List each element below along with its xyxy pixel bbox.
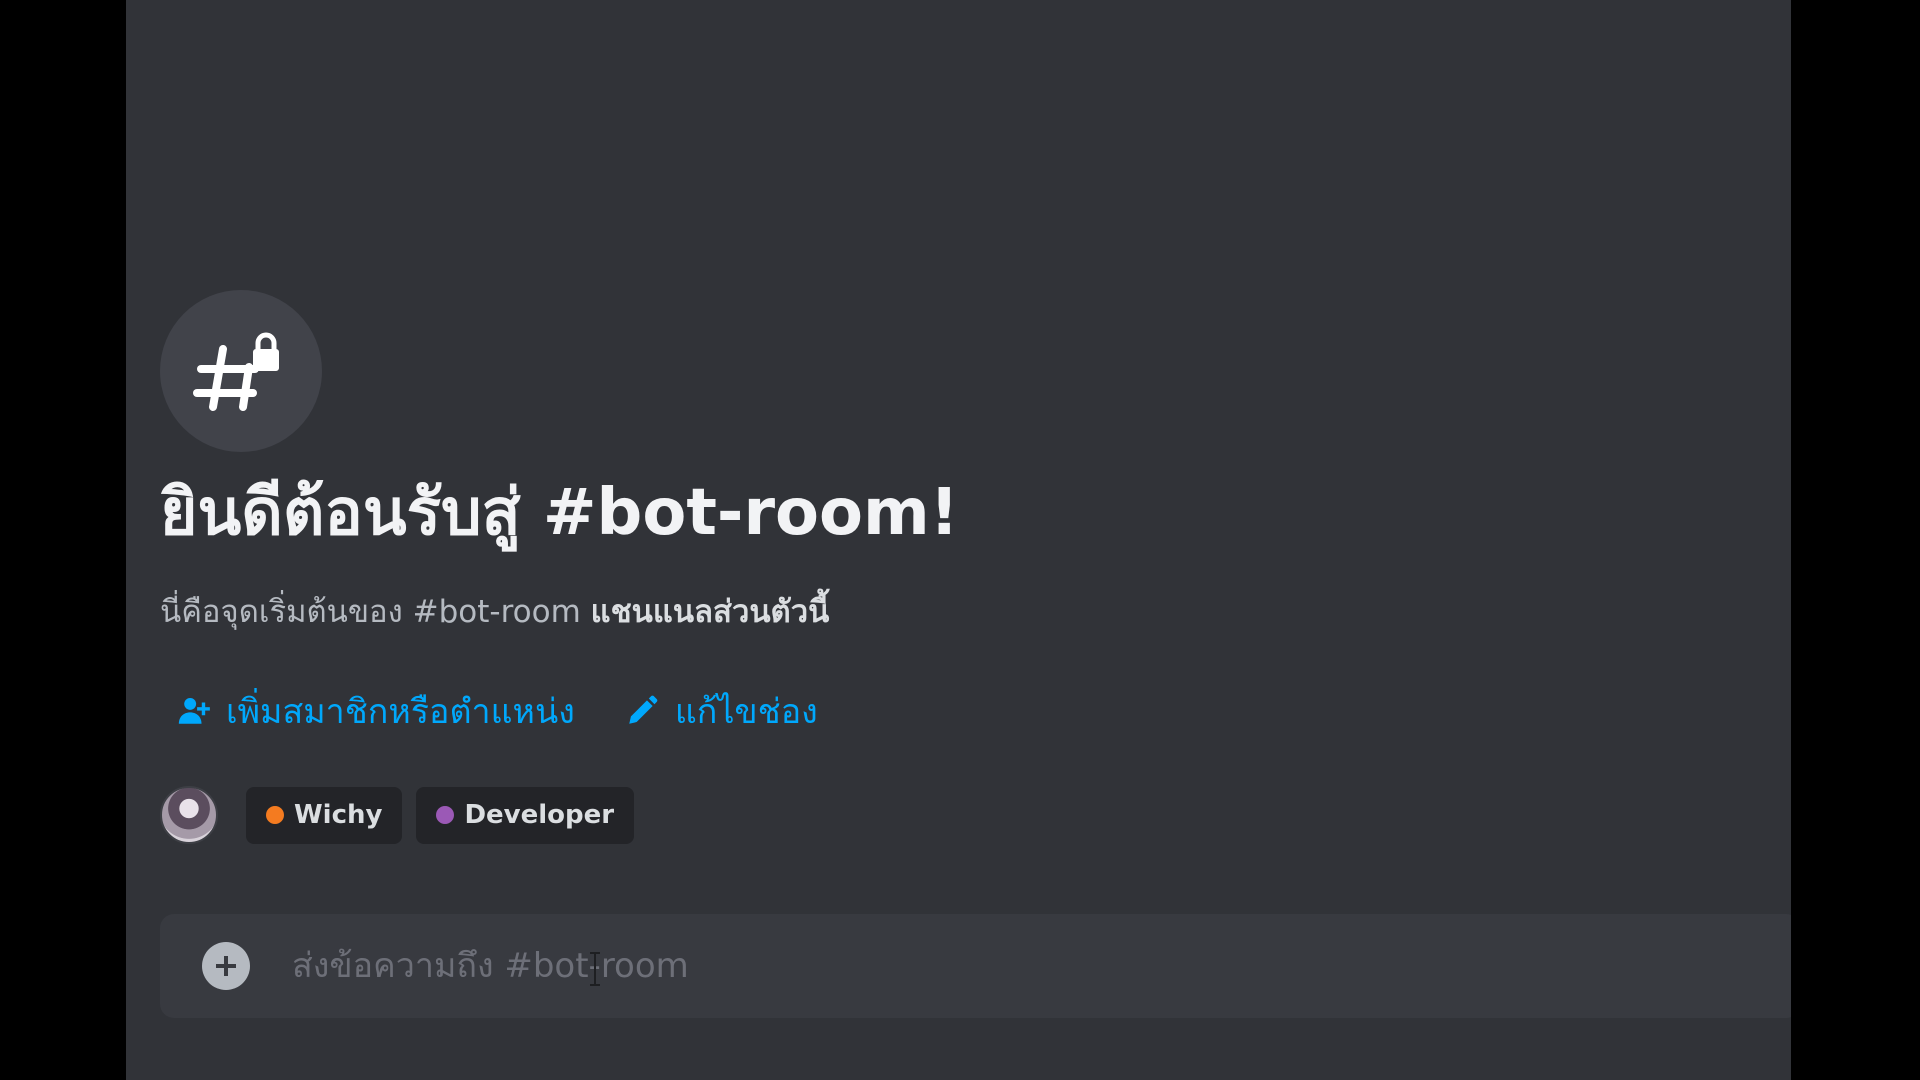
letterbox-right — [1791, 0, 1920, 1080]
message-composer — [160, 914, 1791, 1018]
member-chip-label: Wichy — [294, 800, 383, 830]
plus-icon — [216, 956, 236, 976]
channel-members-row: Wichy Developer — [160, 786, 635, 844]
role-chip-label: Developer — [464, 800, 615, 830]
letterbox-left — [0, 0, 126, 1080]
pencil-icon — [629, 695, 658, 724]
add-members-label: เพิ่มสมาชิกหรือตำแหน่ง — [226, 692, 575, 732]
add-member-icon — [178, 697, 210, 724]
channel-actions: เพิ่มสมาชิกหรือตำแหน่ง แก้ไขช่อง — [176, 684, 818, 738]
welcome-subtitle-bold: แชนแนลส่วนตัวนี้ — [590, 594, 830, 630]
attach-plus-button[interactable] — [202, 942, 250, 990]
role-color-dot — [266, 806, 284, 824]
welcome-title: ยินดีต้อนรับสู่ #bot-room! — [160, 476, 959, 550]
edit-channel-label: แก้ไขช่อง — [674, 692, 818, 732]
welcome-subtitle-prefix: นี่คือจุดเริ่มต้นของ #bot-room — [160, 594, 591, 630]
role-chip-developer[interactable]: Developer — [416, 786, 635, 844]
member-chip-wichy[interactable]: Wichy — [246, 786, 403, 844]
member-chips: Wichy Developer — [246, 786, 635, 844]
channel-pane: ยินดีต้อนรับสู่ #bot-room! นี่คือจุดเริ่… — [126, 0, 1791, 1080]
welcome-subtitle: นี่คือจุดเริ่มต้นของ #bot-room แชนแนลส่ว… — [160, 586, 829, 636]
edit-channel-button[interactable]: แก้ไขช่อง — [625, 684, 818, 738]
hash-lock-icon — [193, 332, 279, 411]
user-avatar[interactable] — [160, 786, 218, 844]
text-cursor-icon — [590, 952, 600, 986]
role-color-dot — [436, 806, 455, 824]
message-input[interactable] — [292, 936, 1791, 996]
add-members-or-roles-button[interactable]: เพิ่มสมาชิกหรือตำแหน่ง — [176, 684, 575, 738]
channel-icon-circle — [160, 290, 322, 452]
